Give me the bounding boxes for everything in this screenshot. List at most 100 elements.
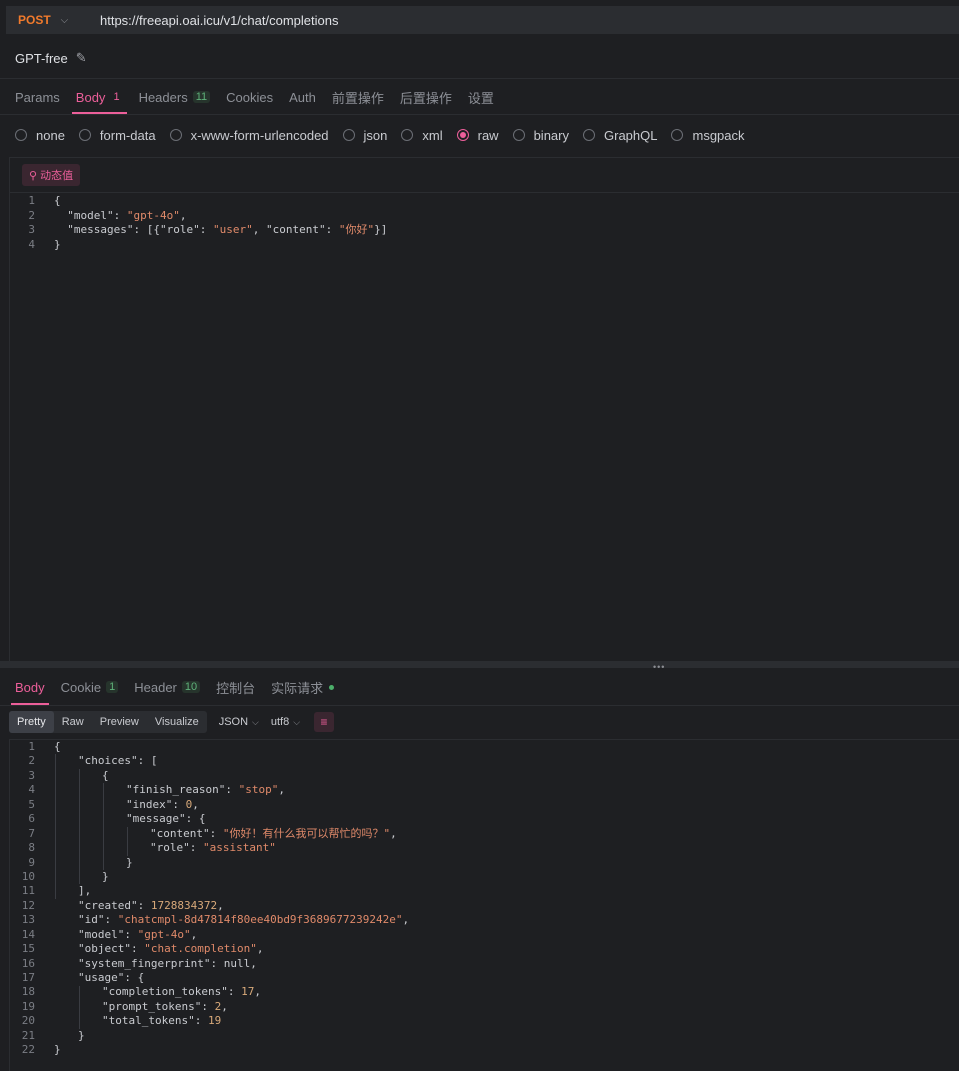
chevron-down-icon: ⌵: [293, 717, 301, 727]
request-tab-label: Cookies: [226, 89, 274, 105]
view-mode-raw[interactable]: Raw: [54, 711, 92, 733]
line-number: 13: [21, 913, 35, 927]
body-type-5[interactable]: raw: [456, 128, 499, 143]
body-type-label: msgpack: [692, 127, 745, 143]
method-select[interactable]: POST ⌵: [6, 13, 90, 27]
radio-circle-icon[interactable]: [15, 129, 27, 141]
dynamic-value-button[interactable]: ⚲ 动态值: [22, 164, 81, 186]
indent-guide: [79, 768, 80, 885]
code-line: 5 "index": 0,: [10, 798, 959, 812]
line-number: 2: [28, 754, 35, 768]
view-mode-preview[interactable]: Preview: [92, 711, 147, 733]
body-type-0[interactable]: none: [15, 128, 65, 143]
body-type-8[interactable]: msgpack: [671, 127, 745, 143]
request-tab-label: 前置操作: [331, 90, 384, 106]
request-body-editor[interactable]: ⚲ 动态值 1{2 "model": "gpt-4o", 3 "messages"…: [9, 157, 959, 662]
body-type-4[interactable]: xml: [401, 127, 443, 143]
line-number: 11: [21, 884, 35, 898]
view-mode-pretty[interactable]: Pretty: [9, 711, 54, 733]
body-type-label: xml: [422, 127, 443, 143]
body-type-6[interactable]: binary: [512, 127, 569, 143]
code-text: "message": {: [126, 812, 206, 826]
request-tab-2[interactable]: Headers 11: [139, 80, 211, 114]
code-line: 11],: [10, 884, 959, 898]
radio-circle-icon[interactable]: [342, 129, 355, 141]
request-tab-7[interactable]: 设置: [468, 80, 494, 114]
request-tab-5[interactable]: 前置操作: [332, 80, 384, 114]
code-text: "model": "gpt-4o",: [67, 208, 187, 222]
body-type-3[interactable]: json: [342, 128, 387, 143]
line-number: 3: [28, 223, 35, 236]
code-text: "system_fingerprint": null,: [78, 956, 257, 970]
format-select[interactable]: JSON ⌵: [219, 716, 259, 728]
code-line: 9}: [10, 856, 959, 870]
body-type-7[interactable]: GraphQL: [583, 128, 657, 143]
radio-circle-icon[interactable]: [456, 129, 469, 141]
pane-splitter[interactable]: •••: [0, 661, 959, 672]
response-tab-3[interactable]: 控制台: [216, 669, 255, 705]
body-type-2[interactable]: x-www-form-urlencoded: [169, 128, 329, 143]
edit-pencil-icon[interactable]: ✎: [76, 50, 87, 66]
line-number: 10: [21, 869, 35, 883]
code-text: "finish_reason": "stop",: [126, 783, 285, 797]
code-text: {: [102, 768, 109, 782]
request-tab-3[interactable]: Cookies: [226, 80, 273, 114]
view-mode-visualize[interactable]: Visualize: [147, 711, 207, 733]
response-code: 1{2 "choices": [3{4 "finish_reason": "stop…: [10, 740, 959, 1058]
line-number: 16: [21, 956, 35, 970]
request-tabs: Params Body 1 Headers 11 Cookies Auth 前置操作 后置操作设…: [0, 80, 959, 115]
code-line: 14 "model": "gpt-4o",: [10, 928, 959, 942]
response-tab-0[interactable]: Body: [11, 669, 49, 705]
response-tab-2[interactable]: Header 10: [134, 669, 201, 705]
body-type-label: form-data: [99, 127, 156, 143]
request-tab-label: Params: [15, 89, 60, 105]
status-dot-icon: [329, 684, 335, 690]
response-tab-label: Body: [15, 679, 45, 695]
url-input[interactable]: https://freeapi.oai.icu/v1/chat/completi…: [100, 13, 338, 28]
request-code: 1{2 "model": "gpt-4o", 3 "messages": [{"r…: [10, 193, 959, 252]
radio-circle-icon[interactable]: [583, 129, 595, 141]
indent-guide: [103, 783, 104, 871]
response-body-viewer[interactable]: 1{2 "choices": [3{4 "finish_reason": "stop…: [9, 739, 959, 1071]
line-number: 22: [21, 1043, 35, 1057]
request-tab-badge: 11: [192, 91, 211, 103]
code-line: 21}: [10, 1029, 959, 1043]
response-tab-badge: 10: [181, 681, 201, 693]
line-number: 9: [28, 855, 35, 869]
code-line: 4 "finish_reason": "stop",: [10, 783, 959, 797]
request-tab-1[interactable]: Body 1: [71, 80, 127, 114]
radio-circle-icon[interactable]: [401, 129, 414, 141]
body-type-1[interactable]: form-data: [78, 127, 156, 143]
code-text: "model": "gpt-4o",: [78, 927, 198, 941]
response-tab-1[interactable]: Cookie 1: [61, 669, 119, 705]
radio-circle-icon[interactable]: [512, 129, 525, 141]
word-wrap-icon[interactable]: ≡: [314, 712, 335, 732]
request-tab-label: Body: [75, 89, 106, 105]
line-number: 1: [28, 194, 35, 207]
response-toolbar: Pretty Raw Preview Visualize JSON ⌵ utf8 ⌵ ≡: [9, 711, 335, 733]
code-text: "created": 1728834372,: [78, 898, 224, 912]
line-number: 12: [21, 898, 35, 912]
code-line: 13 "id": "chatcmpl-8d47814f80ee40bd9f3689…: [10, 913, 959, 927]
radio-circle-icon[interactable]: [671, 129, 684, 141]
chevron-down-icon: ⌵: [60, 14, 69, 26]
request-tab-0[interactable]: Params: [15, 80, 60, 114]
code-text: "messages": [{"role": "user", "content":…: [67, 223, 388, 236]
code-text: "usage": {: [78, 971, 145, 984]
code-line: 18 "completion_tokens": 17,: [10, 985, 959, 999]
code-line: 19 "prompt_tokens": 2,: [10, 1000, 959, 1014]
line-number: 19: [21, 999, 35, 1013]
response-tab-4[interactable]: 实际请求: [271, 669, 335, 705]
request-tab-6[interactable]: 后置操作: [400, 80, 452, 114]
code-text: "role": "assistant": [150, 841, 276, 855]
code-text: "index": 0,: [126, 797, 199, 811]
request-tab-4[interactable]: Auth: [289, 80, 316, 114]
line-number: 5: [28, 797, 35, 811]
response-tabs: Body Cookie 1 Header 10 控制台 实际请求: [0, 669, 959, 706]
radio-circle-icon[interactable]: [78, 129, 91, 141]
radio-circle-icon[interactable]: [169, 129, 182, 141]
body-type-radios: none form-data x-www-form-urlencoded json xm…: [15, 120, 759, 150]
encoding-select[interactable]: utf8 ⌵: [271, 716, 300, 728]
code-line: 15 "object": "chat.completion",: [10, 942, 959, 956]
body-type-label: binary: [533, 127, 569, 143]
